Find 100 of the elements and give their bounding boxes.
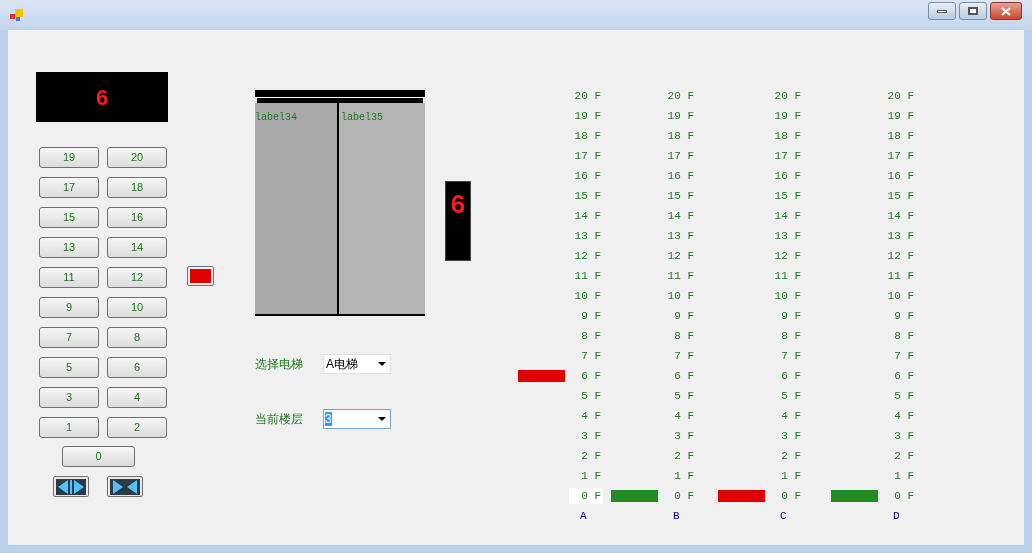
floor-button[interactable]: 0 — [62, 446, 135, 467]
floor-label: 5 F — [780, 388, 802, 404]
floor-label: 8 F — [673, 328, 695, 344]
floor-button[interactable]: 11 — [39, 267, 99, 288]
floor-label: 6 F — [580, 368, 602, 384]
floor-label: 0 F — [780, 488, 802, 504]
shaft-label: A — [579, 509, 588, 524]
floor-label: 13 F — [573, 228, 602, 244]
floor-button[interactable]: 10 — [107, 297, 167, 318]
floor-label: 2 F — [673, 448, 695, 464]
close-button[interactable] — [990, 2, 1022, 20]
floor-label: 5 F — [580, 388, 602, 404]
floor-button[interactable]: 17 — [39, 177, 99, 198]
floor-button[interactable]: 8 — [107, 327, 167, 348]
floor-label: 0 F — [569, 487, 603, 505]
floor-label: 5 F — [893, 388, 915, 404]
floor-button[interactable]: 2 — [107, 417, 167, 438]
floor-label: 15 F — [573, 188, 602, 204]
shaft-label: C — [779, 509, 788, 524]
floor-button[interactable]: 15 — [39, 207, 99, 228]
minimize-button[interactable] — [928, 2, 956, 20]
floor-label: 4 F — [780, 408, 802, 424]
floor-button[interactable]: 14 — [107, 237, 167, 258]
floor-button[interactable]: 12 — [107, 267, 167, 288]
floor-label: 1 F — [580, 468, 602, 484]
floor-label: 15 F — [773, 188, 802, 204]
floor-label: 13 F — [886, 228, 915, 244]
floor-label: 3 F — [580, 428, 602, 444]
door-open-button[interactable] — [53, 476, 89, 497]
dropdown-arrow-icon — [378, 362, 386, 366]
floor-label: 12 F — [886, 248, 915, 264]
door-open-icon — [56, 478, 86, 495]
floor-label: 4 F — [893, 408, 915, 424]
elevator-dropdown[interactable]: A电梯 — [323, 354, 391, 374]
floor-label: 5 F — [673, 388, 695, 404]
floor-display: 6 — [445, 181, 471, 261]
floor-label: 18 F — [886, 128, 915, 144]
floor-label: 1 F — [893, 468, 915, 484]
close-icon — [1001, 6, 1011, 16]
floor-label: 3 F — [893, 428, 915, 444]
floor-button[interactable]: 19 — [39, 147, 99, 168]
floor-label: 13 F — [666, 228, 695, 244]
floor-button[interactable]: 1 — [39, 417, 99, 438]
floor-label: 4 F — [580, 408, 602, 424]
floor-button[interactable]: 4 — [107, 387, 167, 408]
floor-label: 15 F — [886, 188, 915, 204]
floor-label: 0 F — [673, 488, 695, 504]
floor-label: 17 F — [886, 148, 915, 164]
floor-label: 3 F — [673, 428, 695, 444]
door-label: label34 — [255, 112, 297, 123]
floor-label: 20 F — [573, 88, 602, 104]
floor-button[interactable]: 16 — [107, 207, 167, 228]
floor-label: 9 F — [580, 308, 602, 324]
floor-button[interactable]: 18 — [107, 177, 167, 198]
floor-label: 8 F — [780, 328, 802, 344]
floor-label: 18 F — [773, 128, 802, 144]
floor-label: 19 F — [573, 108, 602, 124]
floor-button[interactable]: 9 — [39, 297, 99, 318]
floor-label: 7 F — [893, 348, 915, 364]
floor-label: 12 F — [666, 248, 695, 264]
floor-dropdown[interactable]: 3 — [323, 409, 391, 429]
floor-label: 8 F — [893, 328, 915, 344]
floor-label: 18 F — [666, 128, 695, 144]
floor-label: 10 F — [573, 288, 602, 304]
floor-label: 7 F — [673, 348, 695, 364]
floor-button[interactable]: 7 — [39, 327, 99, 348]
floor-button[interactable]: 20 — [107, 147, 167, 168]
floor-label: 3 F — [780, 428, 802, 444]
maximize-button[interactable] — [959, 2, 987, 20]
floor-label: 10 F — [773, 288, 802, 304]
floor-label: 14 F — [573, 208, 602, 224]
floor-label: 12 F — [773, 248, 802, 264]
floor-label: 15 F — [666, 188, 695, 204]
floor-button[interactable]: 3 — [39, 387, 99, 408]
floor-label: 13 F — [773, 228, 802, 244]
floor-label: 17 F — [573, 148, 602, 164]
floor-label: 1 F — [780, 468, 802, 484]
floor-display: 6 — [36, 72, 168, 122]
floor-label: 11 F — [773, 268, 802, 284]
floor-button[interactable]: 5 — [39, 357, 99, 378]
floor-label: 9 F — [673, 308, 695, 324]
floor-label: 20 F — [886, 88, 915, 104]
floor-label: 16 F — [886, 168, 915, 184]
floor-label: 18 F — [573, 128, 602, 144]
floor-label: 4 F — [673, 408, 695, 424]
door-label: label35 — [341, 112, 383, 123]
shaft-label: D — [892, 509, 901, 524]
floor-button[interactable]: 13 — [39, 237, 99, 258]
floor-label: 9 F — [893, 308, 915, 324]
floor-label: 6 F — [673, 368, 695, 384]
floor-label: 20 F — [666, 88, 695, 104]
floor-label: 2 F — [780, 448, 802, 464]
floor-label: 17 F — [773, 148, 802, 164]
floor-label: 16 F — [773, 168, 802, 184]
floor-label: 16 F — [573, 168, 602, 184]
floor-label: 14 F — [666, 208, 695, 224]
shaft-label: B — [672, 509, 681, 524]
floor-button[interactable]: 6 — [107, 357, 167, 378]
door-close-button[interactable] — [107, 476, 143, 497]
floor-label: 8 F — [580, 328, 602, 344]
